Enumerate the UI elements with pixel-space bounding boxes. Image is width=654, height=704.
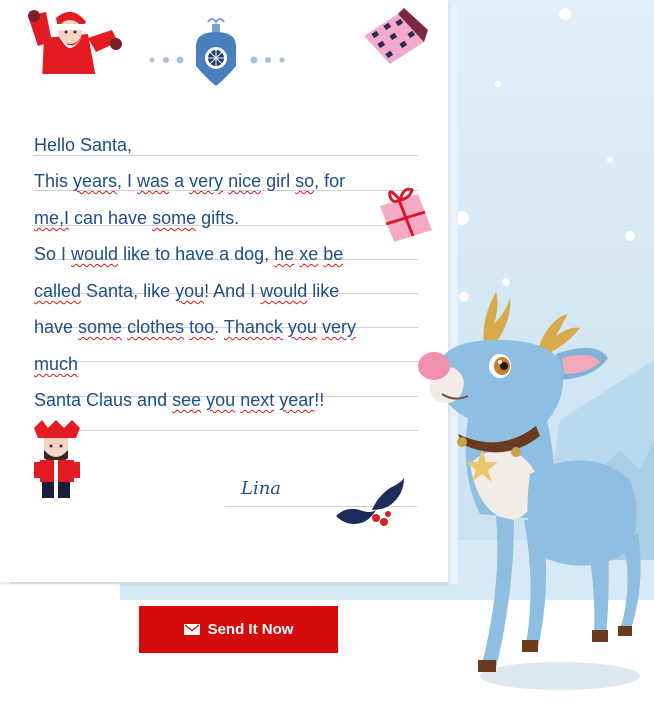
- letter-text: Santa Claus and: [34, 390, 173, 410]
- reindeer-illustration: [418, 292, 641, 690]
- misspelled-word: was: [137, 171, 170, 191]
- letter-text: ! And I: [204, 281, 261, 301]
- misspelled-word: would: [260, 281, 308, 301]
- gift-icon: [376, 187, 436, 246]
- misspelled-word: called: [34, 281, 82, 301]
- misspelled-word: years: [73, 171, 118, 191]
- letter-text: can have: [69, 208, 153, 228]
- letter-line: This years, I was a very nice girl so, f…: [34, 170, 345, 192]
- letter-text: Santa, like: [81, 281, 176, 301]
- letter-line: Santa Claus and see you next year!!: [34, 389, 324, 411]
- misspelled-word: you: [287, 317, 317, 337]
- misspelled-word: year: [279, 390, 315, 410]
- holly-icon: [336, 478, 404, 526]
- misspelled-word: xe: [299, 244, 319, 264]
- misspelled-word: see: [172, 390, 202, 410]
- letter-text: have: [34, 317, 79, 337]
- misspelled-word: clothes: [127, 317, 185, 337]
- house-icon: [360, 8, 430, 68]
- envelope-icon: [183, 624, 200, 635]
- santa-icon: [28, 10, 122, 82]
- letter-text: gifts.: [196, 208, 240, 228]
- misspelled-word: Thanck: [223, 317, 283, 337]
- letter-text: So I: [34, 244, 72, 264]
- send-button-label: Send It Now: [207, 621, 294, 638]
- letter-text: This: [34, 171, 74, 191]
- misspelled-word: some: [78, 317, 123, 337]
- letter-text: , for: [314, 171, 346, 191]
- letter-text: , I: [117, 171, 138, 191]
- send-it-now-button[interactable]: Send It Now: [139, 606, 338, 653]
- misspelled-word: he: [274, 244, 295, 264]
- nutcracker-icon: [34, 420, 80, 498]
- misspelled-word: would: [71, 244, 119, 264]
- ornament-icon: [149, 18, 285, 86]
- letter-line: called Santa, like you! And I would like: [34, 280, 339, 302]
- misspelled-word: nice: [228, 171, 262, 191]
- misspelled-word: next: [240, 390, 275, 410]
- letter-text: like: [307, 281, 340, 301]
- letter-line: have some clothes too. Thanck you very: [34, 316, 356, 338]
- misspelled-word: you: [175, 281, 205, 301]
- letter-line: me,I can have some gifts.: [34, 207, 239, 229]
- letter-line: Hello Santa,: [34, 134, 132, 156]
- signature-field[interactable]: Lina: [241, 478, 281, 499]
- misspelled-word: so: [295, 171, 315, 191]
- misspelled-word: too: [189, 317, 215, 337]
- misspelled-word: some: [152, 208, 197, 228]
- letter-text: Hello Santa,: [34, 135, 133, 155]
- letter-line: So I would like to have a dog, he xe be: [34, 243, 343, 265]
- misspelled-word: you: [206, 390, 236, 410]
- misspelled-word: me,I: [34, 208, 70, 228]
- misspelled-word: be: [323, 244, 344, 264]
- misspelled-word: very: [321, 317, 356, 337]
- misspelled-word: much: [34, 354, 79, 374]
- letter-line: much: [34, 353, 78, 375]
- letter-text: .: [214, 317, 224, 337]
- letter-text: like to have a dog,: [118, 244, 275, 264]
- letter-text: a: [169, 171, 190, 191]
- misspelled-word: very: [189, 171, 224, 191]
- letter-text: !!: [314, 390, 325, 410]
- letter-text: girl: [261, 171, 296, 191]
